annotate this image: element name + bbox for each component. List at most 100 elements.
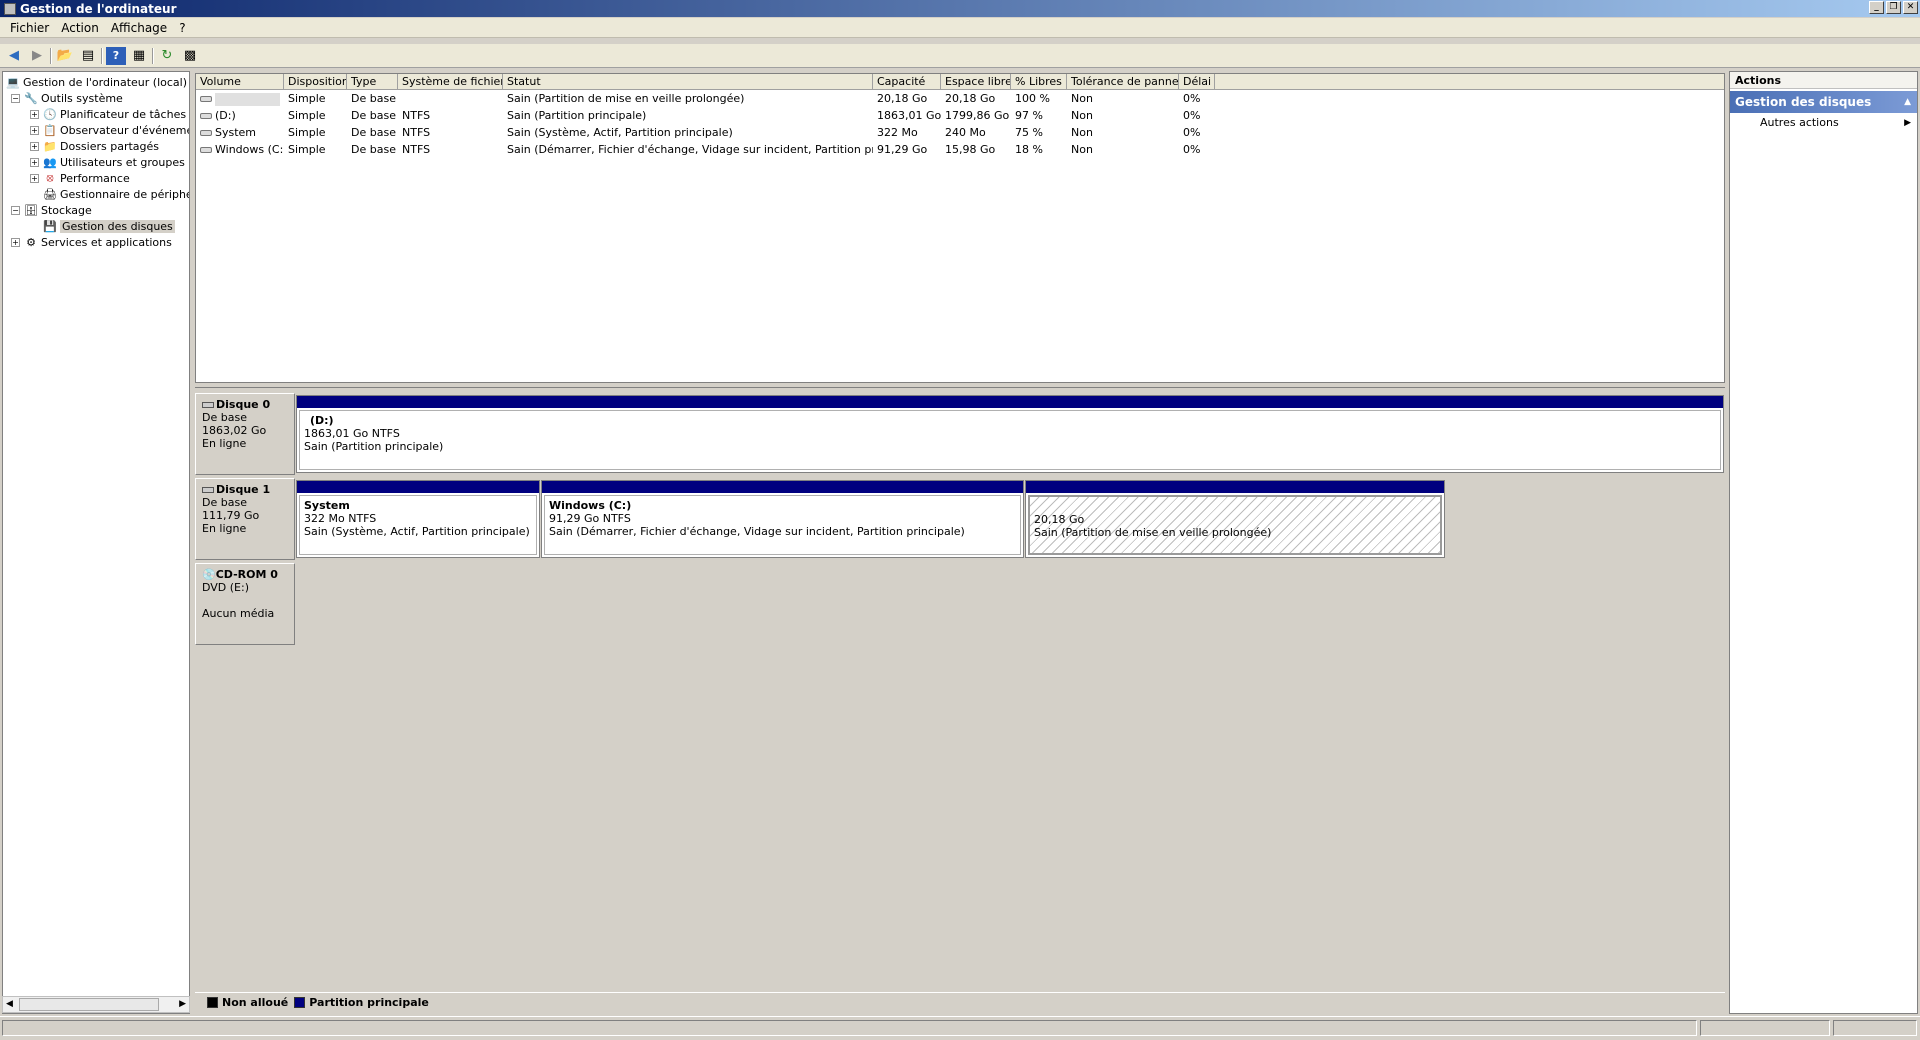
pane-splitter[interactable] (195, 383, 1725, 388)
cell-layout: Simple (288, 143, 326, 156)
minimize-button[interactable]: _ (1869, 1, 1884, 14)
partition-hibernation[interactable]: 20,18 Go Sain (Partition de mise en veil… (1025, 480, 1445, 558)
scroll-right-icon[interactable]: ▶ (179, 999, 186, 1009)
column-header-free-space[interactable]: Espace libre (941, 74, 1011, 90)
expand-icon[interactable]: + (11, 237, 20, 247)
disk-label[interactable]: Disque 0 De base 1863,02 Go En ligne (195, 393, 295, 475)
expand-icon[interactable]: + (30, 157, 39, 167)
disk-label[interactable]: Disque 1 De base 111,79 Go En ligne (195, 478, 295, 560)
disk-size (202, 594, 288, 607)
tree-item-event-viewer[interactable]: + 📋 Observateur d'événements (30, 122, 189, 138)
cell-fault-tolerance: Non (1071, 92, 1093, 105)
disk-name: CD-ROM 0 (215, 568, 278, 581)
disk-label[interactable]: 💿CD-ROM 0 DVD (E:) Aucun média (195, 563, 295, 645)
disk-row-disque-1[interactable]: Disque 1 De base 111,79 Go En ligne Syst… (195, 478, 1725, 560)
refresh-icon[interactable]: ↻ (157, 47, 177, 65)
table-row[interactable]: System Simple De base NTFS Sain (Système… (196, 125, 1215, 141)
menu-help[interactable]: ? (173, 21, 191, 35)
partition-name: (D:) (310, 414, 334, 427)
volume-name: (D:) (215, 109, 236, 122)
cell-status: Sain (Partition de mise en veille prolon… (507, 92, 745, 105)
actions-item-more-actions[interactable]: Autres actions ▶ (1730, 113, 1917, 133)
collapse-icon[interactable]: − (11, 205, 20, 215)
cell-status: Sain (Démarrer, Fichier d'échange, Vidag… (507, 143, 873, 156)
table-row[interactable]: Windows (C:) Simple De base NTFS Sain (D… (196, 142, 1215, 158)
cell-filesystem: NTFS (402, 143, 431, 156)
menu-fichier[interactable]: Fichier (4, 21, 55, 35)
actions-section-disk-management[interactable]: Gestion des disques ▲ (1730, 91, 1917, 113)
menu-action[interactable]: Action (55, 21, 105, 35)
partition-type-bar (297, 396, 1723, 408)
legend-primary: Partition principale (309, 996, 429, 1009)
status-bar (0, 1016, 1920, 1040)
services-icon: ⚙ (26, 235, 36, 249)
help-icon[interactable]: ? (106, 46, 126, 65)
expand-icon[interactable]: + (30, 109, 39, 119)
disk-status: Aucun média (202, 607, 275, 620)
legend-swatch-primary (294, 997, 306, 1008)
cell-percent-free: 75 % (1015, 126, 1043, 139)
computer-icon: 💻 (6, 75, 20, 89)
forward-icon[interactable]: ▶ (27, 47, 47, 65)
partition-system[interactable]: System 322 Mo NTFS Sain (Système, Actif,… (296, 480, 540, 558)
column-header-volume[interactable]: Volume (196, 74, 284, 90)
partition-windows-c[interactable]: Windows (C:) 91,29 Go NTFS Sain (Démarre… (541, 480, 1024, 558)
volume-icon (200, 113, 212, 119)
tree-item-system-tools[interactable]: − 🔧 Outils système (11, 90, 123, 106)
column-header-filesystem[interactable]: Système de fichiers (398, 74, 503, 90)
menu-affichage[interactable]: Affichage (105, 21, 173, 35)
column-header-overhead[interactable]: Délai (1179, 74, 1215, 90)
partition-type-bar (542, 481, 1023, 493)
tree-item-shared-folders[interactable]: + 📁 Dossiers partagés (30, 138, 159, 154)
expand-icon[interactable]: + (30, 173, 39, 183)
scrollbar-thumb[interactable] (19, 998, 159, 1011)
partition-size: 1863,01 Go NTFS (304, 427, 400, 440)
up-icon[interactable]: 📂 (55, 47, 75, 65)
column-header-layout[interactable]: Disposition (284, 74, 347, 90)
properties-icon[interactable]: ▦ (129, 47, 149, 65)
tree-item-local-users[interactable]: + 👥 Utilisateurs et groupes locaux (30, 154, 189, 170)
table-row[interactable]: Simple De base Sain (Partition de mise e… (196, 91, 1215, 107)
partition-d[interactable]: (D:) 1863,01 Go NTFS Sain (Partition pri… (296, 395, 1724, 473)
cell-fault-tolerance: Non (1071, 143, 1093, 156)
column-header-percent-free[interactable]: % Libres (1011, 74, 1067, 90)
scroll-left-icon[interactable]: ◀ (6, 999, 13, 1009)
disk-row-disque-0[interactable]: Disque 0 De base 1863,02 Go En ligne (D:… (195, 393, 1725, 475)
column-header-status[interactable]: Statut (503, 74, 873, 90)
collapse-icon[interactable]: − (11, 93, 20, 103)
close-button[interactable]: ✕ (1903, 1, 1918, 14)
column-header-fault-tolerance[interactable]: Tolérance de pannes (1067, 74, 1179, 90)
tree-horizontal-scrollbar[interactable]: ◀ ▶ (2, 996, 190, 1013)
tree-item-services-applications[interactable]: + ⚙ Services et applications (11, 234, 172, 250)
expand-icon[interactable]: + (30, 125, 39, 135)
disk-status: En ligne (202, 437, 247, 450)
tree-item-computer-management[interactable]: 💻 Gestion de l'ordinateur (local) (6, 74, 187, 90)
show-hide-tree-icon[interactable]: ▤ (78, 47, 98, 65)
tree-item-disk-management[interactable]: 💾 Gestion des disques (43, 218, 175, 234)
table-row[interactable]: (D:) Simple De base NTFS Sain (Partition… (196, 108, 1215, 124)
tree-item-task-scheduler[interactable]: + 🕓 Planificateur de tâches (30, 106, 186, 122)
column-header-type[interactable]: Type (347, 74, 398, 90)
tree-item-storage[interactable]: − 🗄 Stockage (11, 202, 92, 218)
performance-icon: ⦻ (46, 171, 54, 184)
cell-overhead: 0% (1183, 109, 1201, 122)
partition-status: Sain (Partition de mise en veille prolon… (1034, 526, 1272, 539)
partition-info: (D:) 1863,01 Go NTFS Sain (Partition pri… (299, 410, 1721, 470)
tree-item-device-manager[interactable]: 🖨 Gestionnaire de périphériques (43, 186, 189, 202)
disk-type: De base (202, 496, 247, 509)
partition-name: System (304, 499, 350, 512)
tree-item-performance[interactable]: + ⦻ Performance (30, 170, 130, 186)
cell-fault-tolerance: Non (1071, 126, 1093, 139)
export-icon[interactable]: ▩ (180, 47, 200, 65)
submenu-arrow-icon: ▶ (1904, 118, 1911, 128)
volume-icon (200, 130, 212, 136)
cell-free-space: 1799,86 Go (945, 109, 1010, 122)
cell-status: Sain (Système, Actif, Partition principa… (507, 126, 733, 139)
expand-icon[interactable]: + (30, 141, 39, 151)
column-header-capacity[interactable]: Capacité (873, 74, 941, 90)
back-icon[interactable]: ◀ (4, 47, 24, 65)
restore-button[interactable]: ❐ (1886, 1, 1901, 14)
disk-size: 111,79 Go (202, 509, 260, 522)
disk-row-cdrom-0[interactable]: 💿CD-ROM 0 DVD (E:) Aucun média (195, 563, 1725, 645)
collapse-up-icon[interactable]: ▲ (1904, 91, 1911, 113)
